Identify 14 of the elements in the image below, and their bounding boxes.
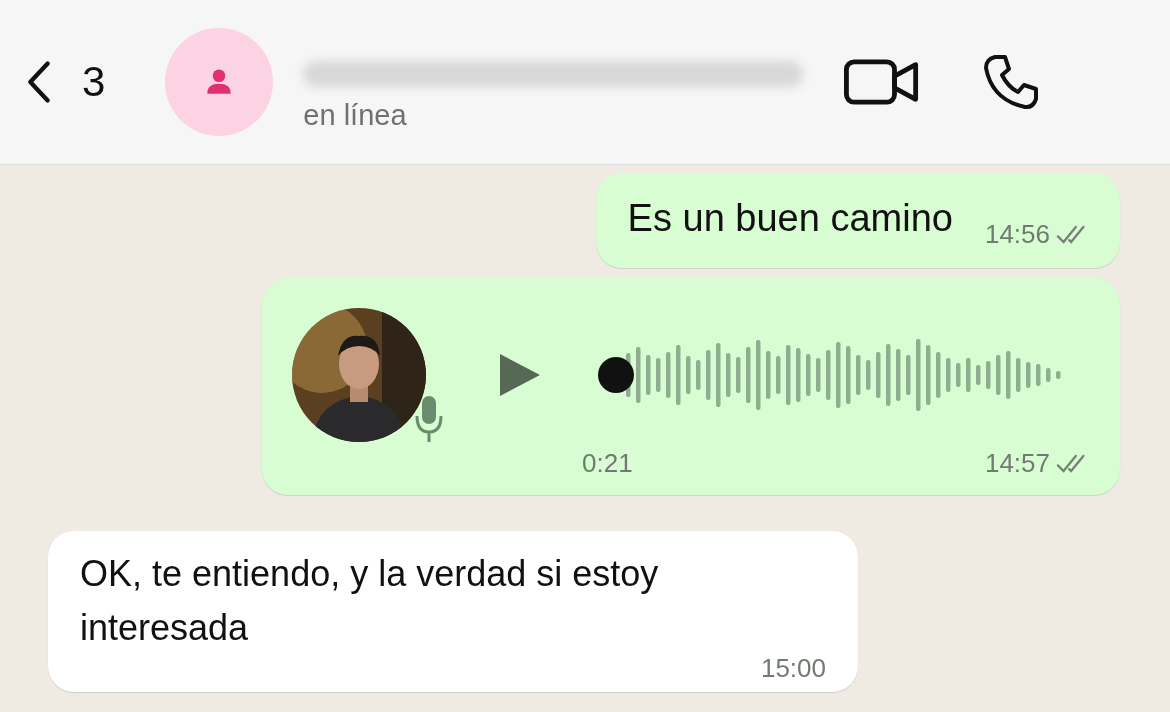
playback-thumb[interactable]	[598, 357, 634, 393]
back-chevron-icon	[26, 60, 52, 104]
message-text: Es un buen camino	[627, 197, 953, 241]
voice-duration: 0:21	[582, 448, 633, 479]
microphone-icon	[414, 394, 444, 444]
play-icon	[498, 352, 542, 398]
message-time: 14:56	[984, 219, 1050, 250]
contact-status: en línea	[303, 98, 408, 132]
message-time: 14:57	[984, 448, 1050, 479]
message-text: OK, te entiendo, y la verdad si estoy interesada	[80, 552, 660, 650]
play-button[interactable]	[498, 352, 542, 398]
back-button[interactable]: 3	[26, 58, 106, 106]
unread-count: 3	[82, 58, 106, 106]
message-time: 15:00	[760, 653, 826, 684]
